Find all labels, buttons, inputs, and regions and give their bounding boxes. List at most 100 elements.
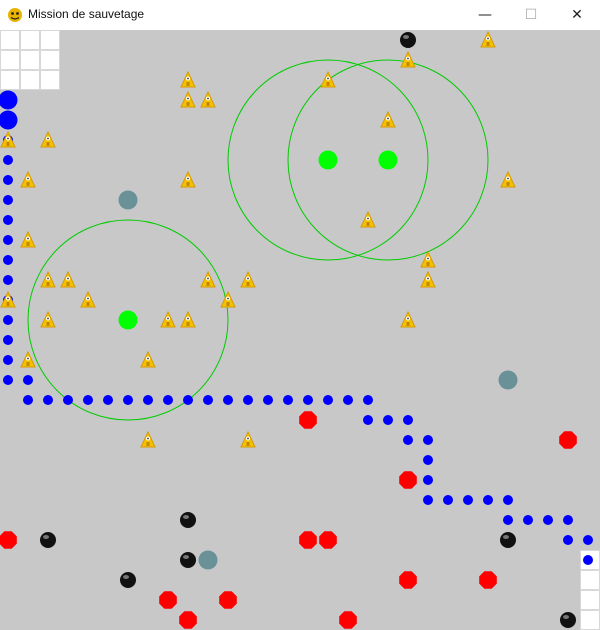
- path-dot: [23, 375, 33, 385]
- wounded-body: [46, 142, 50, 146]
- obstacle-ball: [400, 32, 416, 48]
- wounded-eye: [207, 97, 209, 100]
- wounded-body: [66, 282, 70, 286]
- path-dot: [323, 395, 333, 405]
- wounded-body: [186, 322, 190, 326]
- obstacle-ball: [560, 612, 576, 628]
- wall-block: [0, 50, 20, 70]
- wounded-eye: [247, 277, 249, 280]
- wounded-eye: [187, 177, 189, 180]
- minimize-button[interactable]: —: [462, 0, 508, 30]
- wounded-body: [486, 42, 490, 46]
- wounded-eye: [167, 317, 169, 320]
- path-dot: [563, 515, 573, 525]
- wounded-eye: [187, 77, 189, 80]
- wounded-eye: [487, 37, 489, 40]
- close-icon: ✕: [571, 7, 583, 23]
- path-dot: [283, 395, 293, 405]
- path-dot: [543, 515, 553, 525]
- path-dot: [223, 395, 233, 405]
- path-dot: [3, 215, 13, 225]
- path-dot: [443, 495, 453, 505]
- path-dot: [3, 195, 13, 205]
- obstacle-highlight: [43, 535, 49, 539]
- path-dot: [423, 435, 433, 445]
- hazard-octagon: [319, 531, 337, 549]
- wounded-eye: [247, 437, 249, 440]
- wounded-eye: [67, 277, 69, 280]
- path-dot: [463, 495, 473, 505]
- wounded-eye: [227, 297, 229, 300]
- path-dot: [3, 275, 13, 285]
- hazard-octagon: [479, 571, 497, 589]
- agent-head: [0, 110, 18, 130]
- obstacle-ball: [180, 512, 196, 528]
- wall-block: [0, 30, 20, 50]
- wounded-eye: [407, 57, 409, 60]
- wounded-body: [6, 302, 10, 306]
- path-dot: [183, 395, 193, 405]
- rescuer-unit: [318, 150, 338, 170]
- obstacle-highlight: [183, 515, 189, 519]
- path-dot: [23, 395, 33, 405]
- path-dot: [3, 335, 13, 345]
- wounded-body: [26, 362, 30, 366]
- wounded-body: [146, 442, 150, 446]
- path-dot: [163, 395, 173, 405]
- obstacle-ball: [180, 552, 196, 568]
- wounded-body: [426, 262, 430, 266]
- path-dot: [583, 555, 593, 565]
- wounded-body: [186, 102, 190, 106]
- wounded-body: [166, 322, 170, 326]
- hazard-octagon: [339, 611, 357, 629]
- wounded-body: [26, 182, 30, 186]
- path-dot: [3, 375, 13, 385]
- wounded-body: [406, 62, 410, 66]
- close-button[interactable]: ✕: [554, 0, 600, 30]
- wall-block: [0, 70, 20, 90]
- wounded-eye: [7, 297, 9, 300]
- wounded-eye: [27, 177, 29, 180]
- wounded-eye: [367, 217, 369, 220]
- hazard-octagon: [559, 431, 577, 449]
- path-dot: [203, 395, 213, 405]
- obstacle-highlight: [183, 555, 189, 559]
- path-dot: [523, 515, 533, 525]
- wounded-body: [26, 242, 30, 246]
- path-dot: [563, 535, 573, 545]
- agent-head: [0, 90, 18, 110]
- wall-block: [580, 570, 600, 590]
- obstacle-highlight: [123, 575, 129, 579]
- wounded-body: [366, 222, 370, 226]
- hazard-octagon: [299, 531, 317, 549]
- window-title: Mission de sauvetage: [28, 7, 145, 21]
- game-board[interactable]: [0, 30, 600, 630]
- marker-dot: [198, 550, 218, 570]
- hazard-octagon: [219, 591, 237, 609]
- wounded-body: [46, 282, 50, 286]
- wounded-eye: [387, 117, 389, 120]
- path-dot: [3, 155, 13, 165]
- hazard-octagon: [0, 531, 17, 549]
- obstacle-ball: [40, 532, 56, 548]
- wounded-body: [186, 82, 190, 86]
- wounded-eye: [427, 277, 429, 280]
- path-dot: [3, 235, 13, 245]
- maximize-button[interactable]: ☐: [508, 0, 554, 30]
- wounded-eye: [7, 137, 9, 140]
- wounded-body: [6, 142, 10, 146]
- wounded-body: [186, 182, 190, 186]
- wounded-eye: [27, 357, 29, 360]
- wounded-eye: [507, 177, 509, 180]
- wounded-eye: [27, 237, 29, 240]
- wounded-eye: [327, 77, 329, 80]
- wounded-body: [206, 282, 210, 286]
- path-dot: [3, 175, 13, 185]
- path-dot: [343, 395, 353, 405]
- hazard-octagon: [159, 591, 177, 609]
- wall-block: [580, 610, 600, 630]
- wall-block: [40, 50, 60, 70]
- wounded-eye: [47, 317, 49, 320]
- hazard-octagon: [399, 471, 417, 489]
- path-dot: [63, 395, 73, 405]
